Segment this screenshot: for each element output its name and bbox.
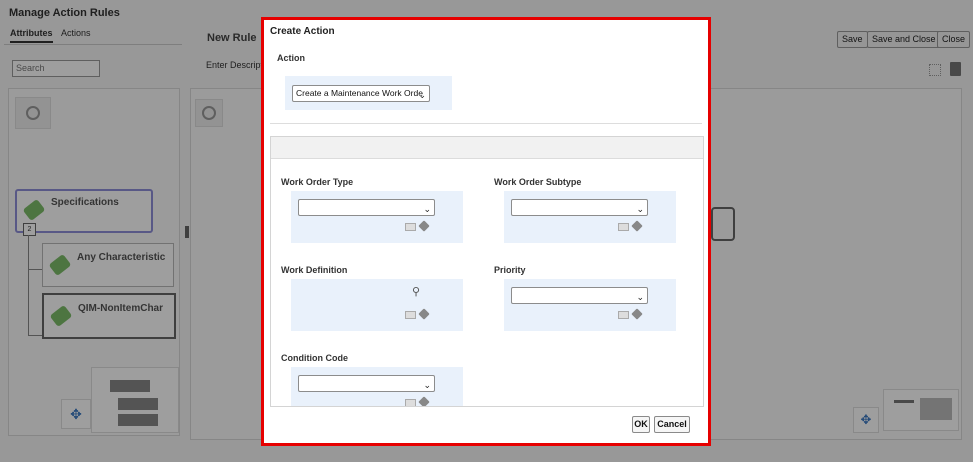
action-label: Action [277, 53, 305, 63]
chevron-down-icon: ⌄ [423, 380, 431, 390]
dialog-title: Create Action [270, 26, 335, 37]
section-header-band [271, 137, 703, 159]
tag-value-icon[interactable] [418, 308, 430, 320]
action-select[interactable]: Create a Maintenance Work Orde ⌄ [292, 85, 430, 102]
work-order-subtype-select[interactable]: ⌄ [511, 199, 648, 216]
action-field-area: Create a Maintenance Work Orde ⌄ [285, 76, 452, 110]
tag-value-icon[interactable] [418, 396, 430, 406]
condition-code-select[interactable]: ⌄ [298, 375, 435, 392]
keyboard-icon[interactable] [618, 311, 629, 319]
ok-button[interactable]: OK [632, 416, 650, 433]
work-definition-label: Work Definition [281, 265, 348, 275]
work-order-type-select[interactable]: ⌄ [298, 199, 435, 216]
create-action-dialog: Create Action Action Create a Maintenanc… [261, 17, 711, 446]
keyboard-icon[interactable] [405, 223, 416, 231]
work-order-subtype-area: ⌄ [504, 191, 676, 243]
keyboard-icon[interactable] [405, 399, 416, 406]
tag-value-icon[interactable] [631, 308, 643, 320]
divider [270, 123, 702, 124]
cancel-button[interactable]: Cancel [654, 416, 690, 433]
keyboard-icon[interactable] [405, 311, 416, 319]
condition-code-area: ⌄ [291, 367, 463, 406]
action-attributes-region[interactable]: Work Order Type ⌄ Work Order Subtype ⌄ W… [270, 136, 704, 407]
action-select-value: Create a Maintenance Work Orde [296, 88, 423, 98]
work-definition-area: ⚲ [291, 279, 463, 331]
chevron-down-icon: ⌄ [636, 204, 644, 214]
work-order-type-area: ⌄ [291, 191, 463, 243]
tag-value-icon[interactable] [418, 220, 430, 232]
tag-value-icon[interactable] [631, 220, 643, 232]
chevron-down-icon: ⌄ [423, 204, 431, 214]
priority-label: Priority [494, 265, 526, 275]
condition-code-label: Condition Code [281, 353, 348, 363]
work-order-subtype-label: Work Order Subtype [494, 177, 582, 187]
keyboard-icon[interactable] [618, 223, 629, 231]
priority-area: ⌄ [504, 279, 676, 331]
chevron-down-icon: ⌄ [418, 90, 426, 100]
chevron-down-icon: ⌄ [636, 292, 644, 302]
priority-select[interactable]: ⌄ [511, 287, 648, 304]
search-icon[interactable]: ⚲ [412, 285, 420, 298]
work-order-type-label: Work Order Type [281, 177, 354, 187]
